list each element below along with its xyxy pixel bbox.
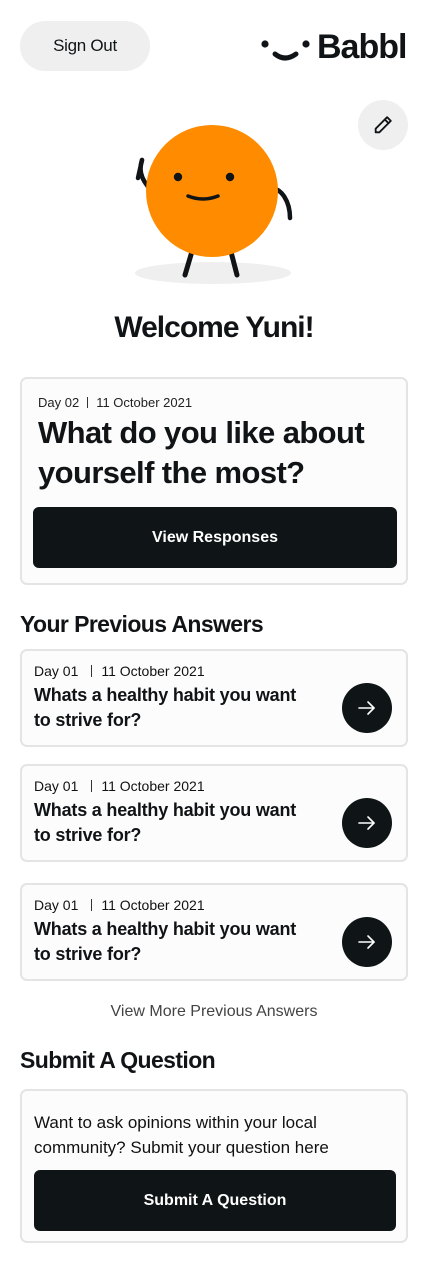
smile-logo-icon: [261, 40, 310, 61]
answer-meta: Day 01 11 October 2021: [34, 778, 205, 794]
welcome-heading: Welcome Yuni!: [114, 311, 314, 344]
day-label: Day 01: [34, 897, 79, 913]
date-label: 11 October 2021: [101, 897, 205, 913]
day-label: Day 02: [38, 395, 80, 410]
pencil-icon: [374, 116, 392, 134]
divider: [91, 780, 93, 792]
open-answer-button[interactable]: [342, 917, 392, 967]
arrow-right-icon: [358, 701, 375, 715]
answer-question-text: Whats a healthy habit you want to strive…: [34, 800, 297, 845]
answer-meta: Day 01 11 October 2021: [34, 897, 205, 913]
submit-question-description: Want to ask opinions within your local c…: [34, 1113, 329, 1157]
answer-meta: Day 01 11 October 2021: [34, 663, 205, 679]
daily-question-text: What do you like about yourself the most…: [38, 415, 365, 490]
view-more-answers-link[interactable]: View More Previous Answers: [0, 1001, 428, 1023]
previous-answers-title: Your Previous Answers: [20, 611, 264, 637]
divider: [91, 899, 93, 911]
open-answer-button[interactable]: [342, 683, 392, 733]
day-label: Day 01: [34, 663, 79, 679]
babbl-logo: Babbl: [256, 26, 412, 70]
logo-text: Babbl: [317, 28, 407, 66]
submit-question-card: Want to ask opinions within your local c…: [20, 1089, 408, 1243]
sign-out-button[interactable]: Sign Out: [20, 21, 150, 71]
daily-question-meta: Day 02 11 October 2021: [38, 395, 192, 410]
previous-answer-card[interactable]: Day 01 11 October 2021 Whats a healthy h…: [20, 764, 408, 862]
submit-question-title: Submit A Question: [20, 1047, 216, 1073]
open-answer-button[interactable]: [342, 798, 392, 848]
orange-ball-mascot: [135, 125, 293, 284]
date-label: 11 October 2021: [101, 663, 205, 679]
submit-question-button[interactable]: Submit A Question: [34, 1170, 396, 1231]
answer-question-text: Whats a healthy habit you want to strive…: [34, 685, 297, 730]
previous-answer-card[interactable]: Day 01 11 October 2021 Whats a healthy h…: [20, 649, 408, 747]
date-label: 11 October 2021: [96, 395, 193, 410]
day-label: Day 01: [34, 778, 79, 794]
date-label: 11 October 2021: [101, 778, 205, 794]
answer-question-text: Whats a healthy habit you want to strive…: [34, 919, 297, 964]
daily-question-card: Day 02 11 October 2021 What do you like …: [20, 377, 408, 585]
previous-answer-card[interactable]: Day 01 11 October 2021 Whats a healthy h…: [20, 883, 408, 981]
arrow-right-icon: [358, 816, 375, 830]
arrow-right-icon: [358, 935, 375, 949]
divider: [87, 397, 89, 408]
edit-profile-button[interactable]: [358, 100, 408, 150]
view-responses-button[interactable]: View Responses: [33, 507, 397, 568]
divider: [91, 665, 93, 677]
